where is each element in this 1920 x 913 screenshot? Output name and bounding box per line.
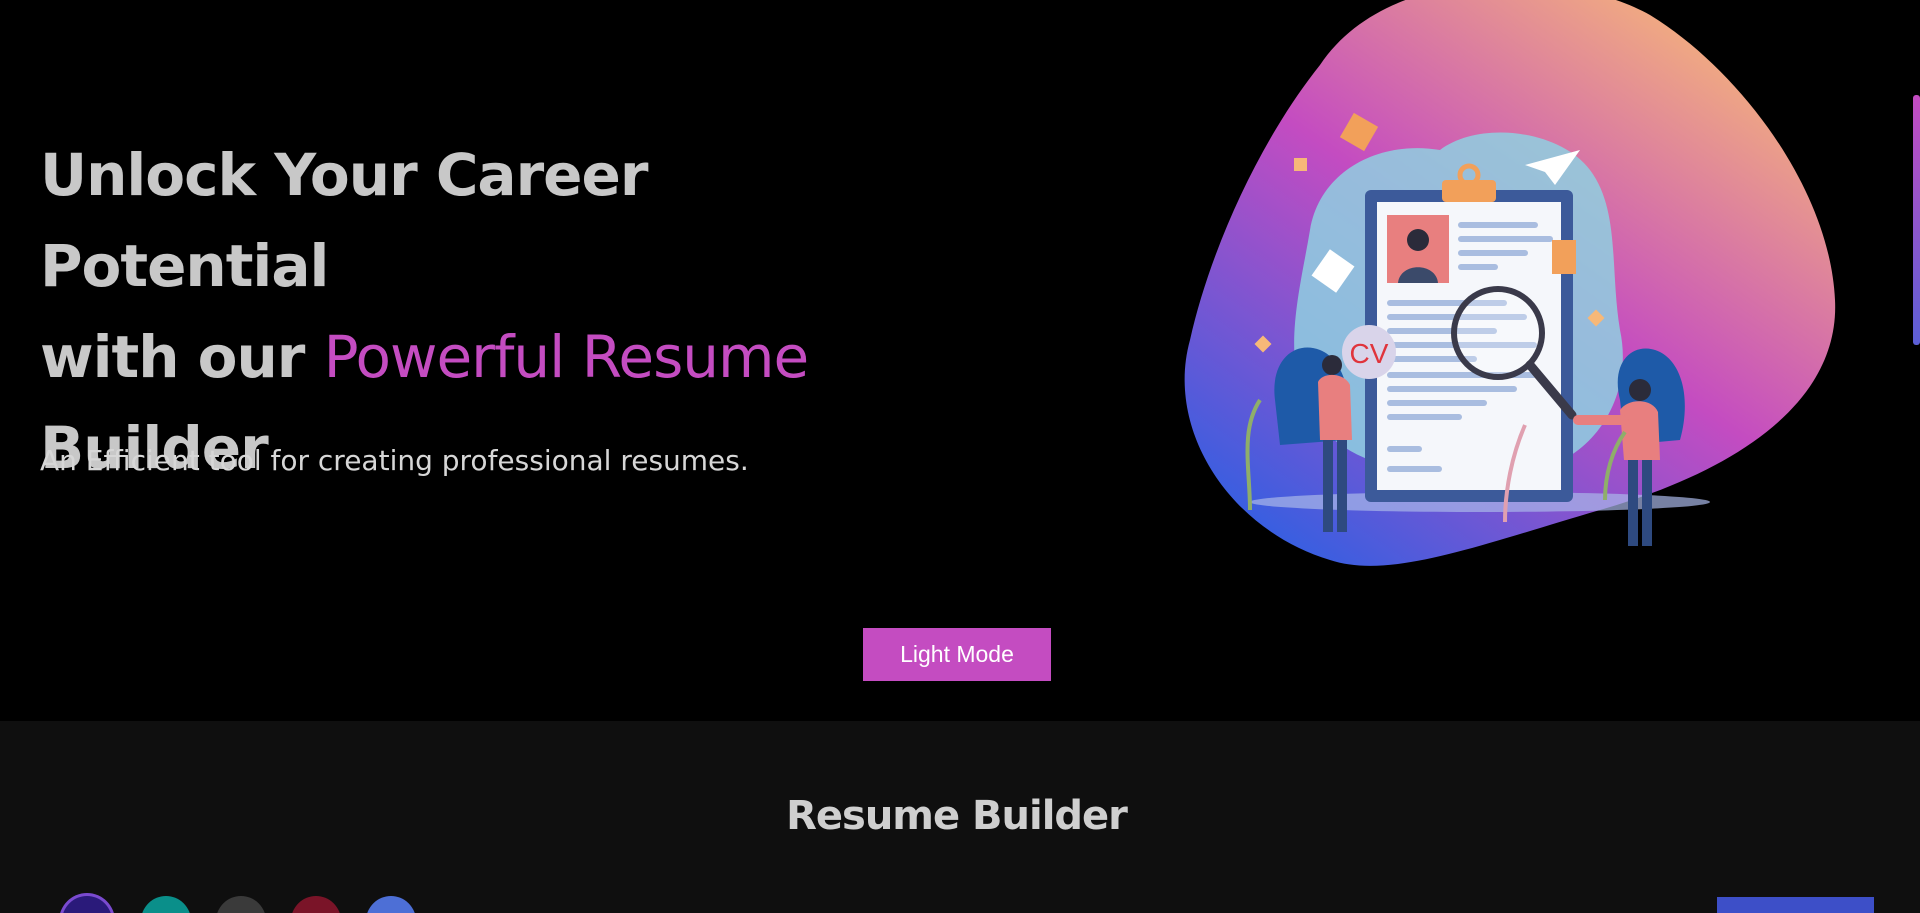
color-swatch-maroon[interactable] <box>291 896 341 913</box>
hero-section: Unlock Your Career Potential with our Pow… <box>0 0 1920 721</box>
photo-head <box>1407 229 1429 251</box>
color-swatch-teal[interactable] <box>141 896 191 913</box>
light-mode-button[interactable]: Light Mode <box>863 628 1051 681</box>
resume-illustration: CV <box>1184 0 1836 566</box>
cv-bubble-label: CV <box>1350 338 1389 369</box>
page: Unlock Your Career Potential with our Pow… <box>0 0 1920 913</box>
color-swatch-dark-gray[interactable] <box>216 896 266 913</box>
confetti-square <box>1294 158 1307 171</box>
hero-title: Unlock Your Career Potential with our Pow… <box>40 130 940 494</box>
color-swatch-indigo[interactable] <box>62 896 112 913</box>
scrollbar-thumb[interactable] <box>1913 95 1920 345</box>
resume-builder-section: Resume Builder <box>0 721 1920 913</box>
hero-subtitle: An Efficient tool for creating professio… <box>40 444 749 477</box>
hero-title-line-1: Unlock Your Career Potential <box>40 141 648 300</box>
builder-action-button[interactable] <box>1717 897 1874 913</box>
hero-title-with: with our <box>40 323 324 391</box>
resume-builder-title: Resume Builder <box>786 793 1128 839</box>
sticky-note-icon <box>1552 240 1576 274</box>
hero-title-accent: Powerful Resume <box>323 323 810 391</box>
color-swatch-blue[interactable] <box>366 896 416 913</box>
